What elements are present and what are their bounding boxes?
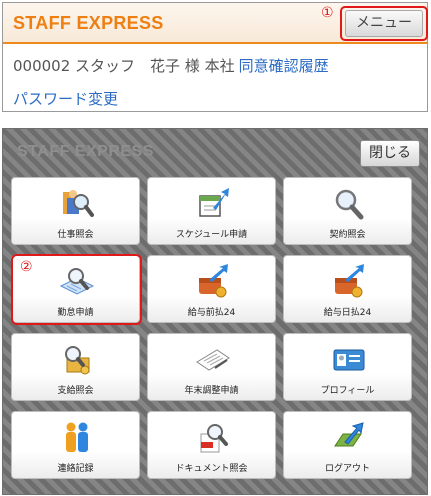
- tile-label: 仕事照会: [57, 230, 94, 240]
- tile-label: 給与日払24: [323, 308, 372, 318]
- wallet-arrow-icon: [335, 264, 364, 298]
- change-password-link[interactable]: パスワード変更: [13, 88, 118, 109]
- consent-history-link[interactable]: 同意確認履歴: [239, 57, 329, 75]
- menu-brand-watermark: STAFF EXPRESS: [17, 143, 154, 160]
- tile-label: 給与前払24: [187, 308, 236, 318]
- search-icon: [335, 189, 364, 220]
- people-icon: [66, 422, 88, 452]
- money-search-icon: [65, 346, 90, 375]
- tile-profile[interactable]: プロフィール: [283, 333, 412, 401]
- tile-job-inquiry[interactable]: 仕事照会: [11, 177, 140, 245]
- document-pen-icon: [196, 349, 230, 371]
- tile-document-inquiry[interactable]: ドキュメント照会: [147, 411, 276, 479]
- tile-contact-records[interactable]: 連絡記録: [11, 411, 140, 479]
- tile-contract-inquiry[interactable]: 契約照会: [283, 177, 412, 245]
- tile-label: ドキュメント照会: [175, 464, 248, 474]
- tile-label: 連絡記録: [57, 464, 94, 474]
- tile-label: ログアウト: [324, 464, 370, 474]
- tile-label: プロフィール: [320, 386, 375, 396]
- tile-label: スケジュール申請: [175, 230, 248, 240]
- user-info: 000002 スタッフ 花子 様 本社 同意確認履歴: [13, 55, 329, 76]
- search-person-icon: [63, 190, 94, 217]
- tile-logout[interactable]: ログアウト: [283, 411, 412, 479]
- pdf-search-icon: [200, 424, 228, 453]
- annotation-highlight-menu: [340, 6, 428, 41]
- account-header-panel: STAFF EXPRESS メニュー ① 000002 スタッフ 花子 様 本社…: [2, 2, 428, 112]
- wallet-arrow-icon: [199, 264, 228, 298]
- annotation-number-2: ②: [20, 259, 33, 275]
- close-button[interactable]: 閉じる: [360, 140, 420, 167]
- tile-payment-inquiry[interactable]: 支給照会: [11, 333, 140, 401]
- tile-label: 支給照会: [57, 386, 94, 396]
- user-name-text: 000002 スタッフ 花子 様 本社: [13, 57, 235, 75]
- tile-salary-advance-24[interactable]: 給与前払24: [147, 255, 276, 323]
- brand-title: STAFF EXPRESS: [13, 13, 164, 33]
- annotation-number-1: ①: [321, 5, 334, 21]
- tile-year-end-adjustment[interactable]: 年末調整申請: [147, 333, 276, 401]
- tile-label: 年末調整申請: [184, 386, 239, 396]
- tile-daily-pay-24[interactable]: 給与日払24: [283, 255, 412, 323]
- id-card-icon: [333, 349, 365, 371]
- calendar-arrow-icon: [199, 188, 229, 217]
- tile-schedule-request[interactable]: スケジュール申請: [147, 177, 276, 245]
- tile-label: 契約照会: [329, 230, 366, 240]
- logout-arrow-icon: [334, 422, 364, 447]
